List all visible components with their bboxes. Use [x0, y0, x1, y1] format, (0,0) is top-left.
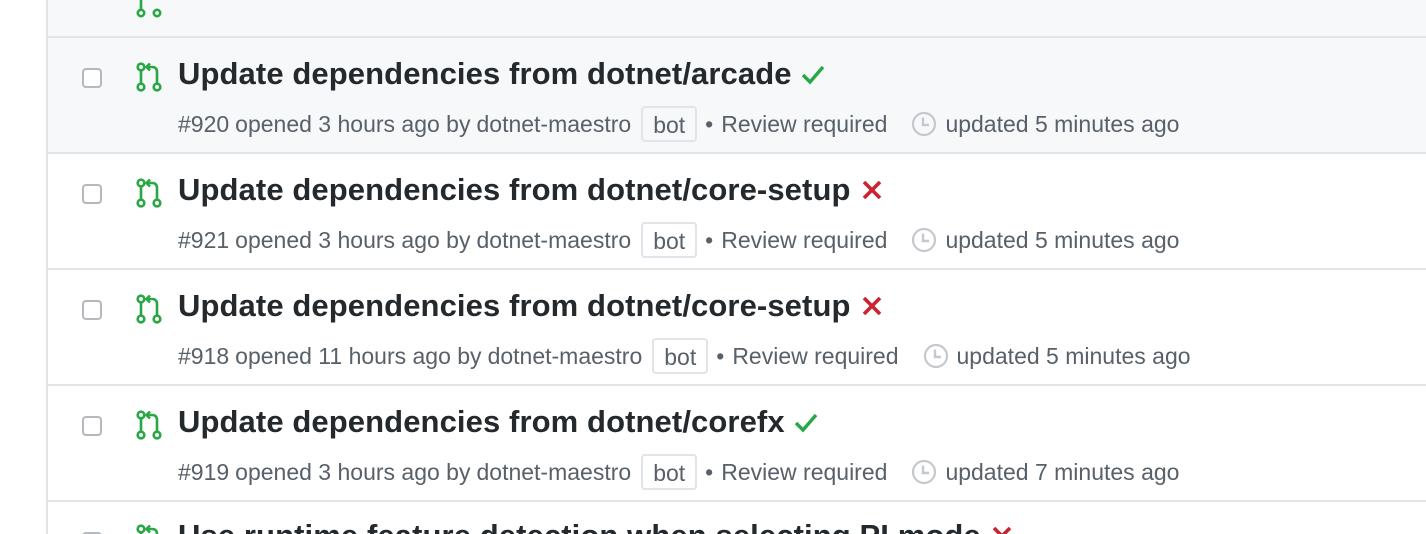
- bot-badge: bot: [641, 222, 698, 258]
- git-pull-request-icon: [136, 294, 162, 324]
- clock-icon: [923, 343, 948, 369]
- pr-row[interactable]: Update dependencies from dotnet/arcade #…: [48, 38, 1426, 154]
- pr-number: #919: [178, 458, 230, 485]
- pr-title-link[interactable]: Update dependencies from dotnet/core-set…: [178, 288, 851, 324]
- pr-title-link[interactable]: Update dependencies from dotnet/arcade: [178, 56, 792, 92]
- review-status-link[interactable]: Review required: [721, 459, 887, 486]
- pr-author-link[interactable]: dotnet-maestro: [488, 343, 643, 370]
- pr-opened-text: opened 3 hours ago by: [235, 458, 471, 485]
- pull-request-list-page: Update dependencies from dotnet/arcade #…: [0, 0, 1426, 534]
- separator-dot: •: [705, 110, 714, 137]
- pr-row[interactable]: Update dependencies from dotnet/core-set…: [48, 154, 1426, 270]
- pr-meta: #921 opened 3 hours ago by dotnet-maestr…: [178, 222, 1179, 258]
- select-checkbox[interactable]: [82, 300, 102, 320]
- pr-title-line: Update dependencies from dotnet/core-set…: [178, 172, 885, 208]
- bot-badge: bot: [641, 106, 698, 142]
- x-icon[interactable]: [859, 293, 885, 319]
- git-pull-request-icon: [136, 410, 162, 440]
- pr-row-cut-top: [48, 0, 1426, 38]
- pr-row[interactable]: Update dependencies from dotnet/corefx #…: [48, 386, 1426, 502]
- pr-opened-text: opened 3 hours ago by: [235, 226, 471, 253]
- clock-icon: [912, 459, 937, 485]
- pr-updated-text: updated 5 minutes ago: [945, 110, 1180, 137]
- pr-title-line: Update dependencies from dotnet/corefx: [178, 404, 819, 440]
- separator-dot: •: [705, 458, 714, 485]
- left-gutter: [0, 0, 46, 534]
- pr-updated-text: updated 7 minutes ago: [945, 458, 1180, 485]
- review-status-link[interactable]: Review required: [721, 227, 887, 254]
- pr-opened-text: opened 11 hours ago by: [235, 342, 482, 369]
- pr-meta: #918 opened 11 hours ago by dotnet-maest…: [178, 338, 1191, 374]
- pr-title-line: Use runtime feature detection when selec…: [178, 518, 1015, 534]
- pr-opened-text: opened 3 hours ago by: [235, 110, 471, 137]
- separator-dot: •: [716, 342, 725, 369]
- pr-row[interactable]: Use runtime feature detection when selec…: [48, 502, 1426, 534]
- pr-author-link[interactable]: dotnet-maestro: [476, 111, 631, 138]
- git-pull-request-icon: [136, 62, 162, 92]
- clock-icon: [912, 227, 937, 253]
- pr-title-line: Update dependencies from dotnet/arcade: [178, 56, 826, 92]
- pr-number: #921: [178, 226, 230, 253]
- pr-meta: #919 opened 3 hours ago by dotnet-maestr…: [178, 454, 1179, 490]
- select-checkbox[interactable]: [82, 184, 102, 204]
- git-pull-request-icon: [136, 178, 162, 208]
- pr-number: #920: [178, 110, 230, 137]
- select-checkbox[interactable]: [82, 416, 102, 436]
- pr-updated-text: updated 5 minutes ago: [945, 226, 1180, 253]
- separator-dot: •: [705, 226, 714, 253]
- pr-number: #918: [178, 342, 230, 369]
- pr-title-link[interactable]: Update dependencies from dotnet/core-set…: [178, 172, 851, 208]
- pr-title-line: Update dependencies from dotnet/core-set…: [178, 288, 885, 324]
- review-status-link[interactable]: Review required: [721, 111, 887, 138]
- bot-badge: bot: [641, 454, 698, 490]
- pr-author-link[interactable]: dotnet-maestro: [476, 459, 631, 486]
- pr-author-link[interactable]: dotnet-maestro: [476, 227, 631, 254]
- pr-updated-text: updated 5 minutes ago: [956, 342, 1191, 369]
- git-pull-request-icon: [136, 524, 159, 534]
- review-status-link[interactable]: Review required: [732, 343, 898, 370]
- x-icon[interactable]: [989, 523, 1015, 534]
- check-icon[interactable]: [793, 409, 819, 435]
- pr-meta: #920 opened 3 hours ago by dotnet-maestr…: [178, 106, 1179, 142]
- pr-title-link[interactable]: Use runtime feature detection when selec…: [178, 518, 981, 534]
- pr-row[interactable]: Update dependencies from dotnet/core-set…: [48, 270, 1426, 386]
- git-pull-request-icon: [136, 0, 162, 18]
- pull-request-list: Update dependencies from dotnet/arcade #…: [46, 0, 1426, 534]
- select-checkbox[interactable]: [82, 68, 102, 88]
- check-icon[interactable]: [800, 61, 826, 87]
- bot-badge: bot: [652, 338, 709, 374]
- clock-icon: [912, 111, 937, 137]
- x-icon[interactable]: [859, 177, 885, 203]
- pr-title-link[interactable]: Update dependencies from dotnet/corefx: [178, 404, 785, 440]
